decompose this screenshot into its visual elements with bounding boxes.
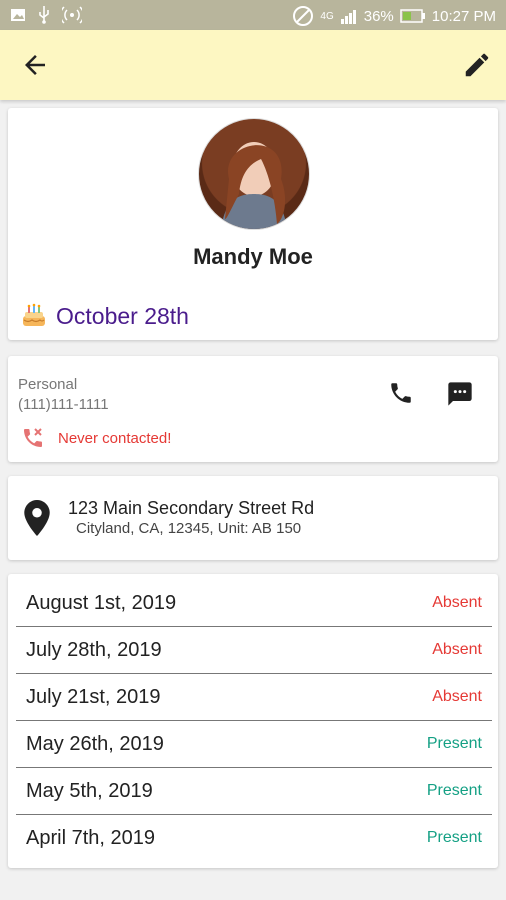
birthday-row: October 28th [20,302,189,330]
hotspot-icon [62,6,82,24]
profile-card: Mandy Moe October 28th [8,108,498,340]
address-line-1: 123 Main Secondary Street Rd [68,498,315,518]
message-icon[interactable] [446,380,474,408]
do-not-disturb-icon [293,6,314,26]
clock: 10:27 PM [431,7,496,25]
address-card[interactable]: 123 Main Secondary Street Rd Cityland, C… [8,476,498,560]
attendance-status: Absent [432,641,482,658]
list-item[interactable]: August 1st, 2019 Absent [16,580,492,627]
attendance-status: Present [426,829,482,846]
list-item[interactable]: July 21st, 2019 Absent [16,674,492,721]
attendance-status: Absent [432,688,482,705]
app-bar [0,30,506,100]
missed-call-icon [24,428,42,447]
status-bar: 4G 36% 10:27 PM [0,0,506,30]
attendance-date: August 1st, 2019 [26,592,177,614]
battery-percent: 36% [363,7,394,25]
image-icon [11,9,25,21]
phone-icon[interactable] [388,380,414,406]
list-item[interactable]: April 7th, 2019 Present [16,815,492,861]
arrow-back-icon[interactable] [20,50,50,80]
attendance-date: May 5th, 2019 [26,780,153,802]
phone-number: (111)111-1111 [18,396,109,413]
attendance-date: July 28th, 2019 [26,639,162,661]
attendance-status: Present [426,782,482,799]
location-pin-icon [24,500,50,536]
pencil-icon[interactable] [462,50,492,80]
attendance-date: May 26th, 2019 [26,733,164,755]
list-item[interactable]: July 28th, 2019 Absent [16,627,492,674]
network-type: 4G [320,10,334,22]
avatar[interactable] [198,118,310,230]
signal-icon [340,10,356,24]
list-item[interactable]: May 26th, 2019 Present [16,721,492,768]
contact-status-text: Never contacted! [58,429,172,447]
usb-icon [39,6,49,24]
list-item[interactable]: May 5th, 2019 Present [16,768,492,815]
cake-icon [23,303,45,326]
attendance-status: Absent [432,594,482,611]
contact-status-row: Never contacted! [20,426,171,450]
contact-name: Mandy Moe [193,244,313,269]
birthday-text: October 28th [56,302,189,329]
attendance-date: April 7th, 2019 [26,827,155,849]
attendance-list: August 1st, 2019 Absent July 28th, 2019 … [8,574,498,868]
battery-icon [400,9,425,23]
address-line-2: Cityland, CA, 12345, Unit: AB 150 [76,520,302,537]
attendance-status: Present [426,735,482,752]
attendance-date: July 21st, 2019 [26,686,161,708]
phone-card: Personal (111)111-1111 Never contacted! [8,356,498,462]
phone-type-label: Personal [18,376,78,393]
